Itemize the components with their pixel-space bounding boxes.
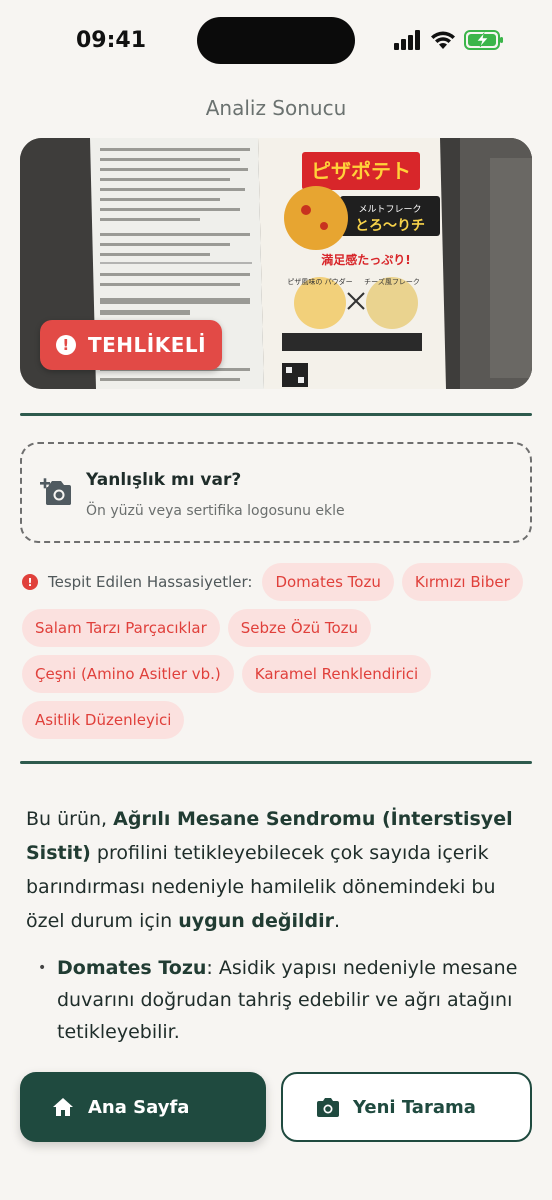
package-tagline: 満足感たっぷり! [321,252,410,267]
dynamic-island [197,17,355,64]
package-item1: ピザ風味の パウダー [287,277,352,286]
danger-badge-label: TEHLİKELİ [88,333,207,357]
alert-icon: ! [22,574,38,590]
home-icon [53,1098,73,1116]
description-text: . [333,910,341,932]
camera-plus-icon [40,478,71,505]
description-text: Bu ürün, [26,808,114,830]
status-icons [394,30,504,50]
add-photo-card[interactable]: Yanlışlık mı var? Ön yüzü veya sertifika… [20,442,532,543]
new-scan-button[interactable]: Yeni Tarama [281,1072,532,1142]
home-button[interactable]: Ana Sayfa [20,1072,266,1142]
danger-badge: ! TEHLİKELİ [40,320,223,370]
sensitivities-label: Tespit Edilen Hassasiyetler: [48,573,253,591]
status-bar: 09:41 [0,0,552,84]
sensitivity-chip: Karamel Renklendirici [241,655,432,693]
description-verdict: uygun değildir [178,910,334,932]
sensitivity-chip: Asitlik Düzenleyici [22,701,185,739]
section-divider [20,413,532,416]
analysis-description: Bu ürün, Ağrılı Mesane Sendromu (İnterst… [26,802,526,938]
package-line1: メルトフレーク [358,204,421,215]
correction-subtitle: Ön yüzü veya sertifika logosunu ekle [86,503,345,519]
bullet-icon: • [38,960,47,976]
new-scan-button-label: Yeni Tarama [353,1096,476,1118]
signal-icon [394,30,420,50]
sensitivities-section: ! Tespit Edilen Hassasiyetler: Domates T… [22,563,532,739]
home-button-label: Ana Sayfa [88,1096,190,1118]
battery-charging-icon [464,30,503,50]
ingredient-name: Domates Tozu [57,957,207,979]
ingredient-reason-item: • Domates Tozu: Asidik yapısı nedeniyle … [26,952,526,1048]
page-title: Analiz Sonucu [205,96,347,120]
package-logo: ピザポテト [311,159,411,183]
package-line2: とろ〜りチ [355,218,425,234]
correction-title: Yanlışlık mı var? [86,470,242,490]
camera-icon [317,1098,339,1117]
bottom-action-bar: Ana Sayfa Yeni Tarama [0,1058,552,1200]
wifi-icon [431,31,455,49]
package-item2: チーズ風フレーク [364,277,420,286]
sensitivity-chip: Sebze Özü Tozu [227,609,372,647]
exclamation-icon: ! [56,335,76,355]
status-time: 09:41 [76,28,147,53]
sensitivity-chip: Kırmızı Biber [401,563,523,601]
section-divider [20,761,532,764]
sensitivity-chip: Çeşni (Amino Asitler vb.) [22,655,234,693]
sensitivity-chip: Salam Tarzı Parçacıklar [22,609,220,647]
product-photo: ピザポテト メルトフレーク とろ〜りチ 満足感たっぷり! ピザ風味の パウダー … [20,138,532,389]
sensitivity-chip: Domates Tozu [262,563,394,601]
